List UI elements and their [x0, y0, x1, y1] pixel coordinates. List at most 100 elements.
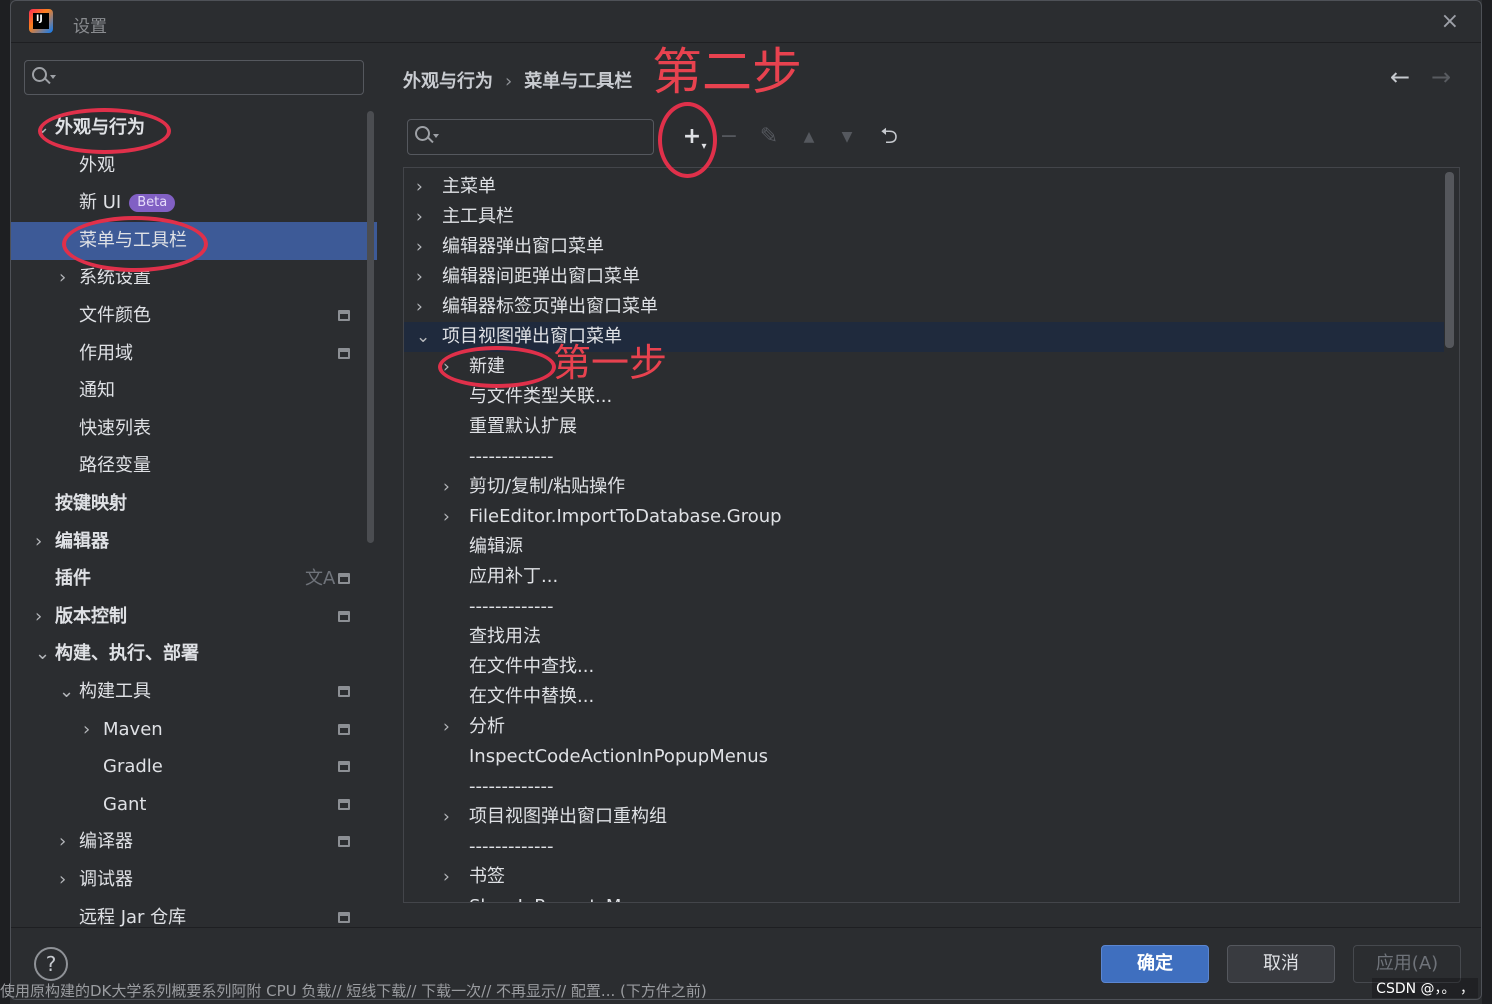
move-up-button[interactable]: ▲: [794, 119, 824, 155]
chevron-right-icon[interactable]: ›: [416, 292, 423, 322]
chevron-right-icon[interactable]: ›: [59, 823, 66, 861]
help-icon[interactable]: ?: [34, 947, 68, 981]
tree-row[interactable]: › 分析: [404, 712, 1444, 742]
sidebar-item[interactable]: 菜单与工具栏: [11, 221, 377, 260]
sidebar-item[interactable]: › Maven: [11, 711, 377, 749]
tree-search-input[interactable]: [407, 119, 654, 155]
move-down-button[interactable]: ▼: [832, 119, 862, 155]
tree-row[interactable]: › 主菜单: [404, 172, 1444, 202]
sidebar-item-label: 菜单与工具栏: [79, 222, 187, 260]
chevron-right-icon[interactable]: ›: [59, 259, 66, 297]
remove-action-button[interactable]: −: [714, 119, 744, 155]
chevron-right-icon[interactable]: ›: [443, 352, 450, 382]
forward-arrow-icon[interactable]: →: [1431, 63, 1451, 91]
sidebar-item[interactable]: 插件 文A: [11, 560, 377, 598]
chevron-right-icon[interactable]: ›: [35, 523, 42, 561]
sidebar-item-text: 编译器: [79, 831, 133, 853]
tree-row[interactable]: 重置默认扩展: [404, 412, 1444, 442]
sidebar-item-label: 按键映射: [55, 485, 127, 523]
search-icon: [415, 126, 439, 146]
tree-row[interactable]: ShowInRecentsMenu: [404, 892, 1444, 902]
tree-row[interactable]: › 编辑器间距弹出窗口菜单: [404, 262, 1444, 292]
sidebar-item[interactable]: 路径变量: [11, 447, 377, 485]
chevron-right-icon[interactable]: ›: [443, 862, 450, 892]
chevron-down-icon[interactable]: ⌄: [59, 673, 74, 711]
tree-row[interactable]: -------------: [404, 442, 1444, 472]
tree-row[interactable]: › FileEditor.ImportToDatabase.Group: [404, 502, 1444, 532]
tree-row[interactable]: 查找用法: [404, 622, 1444, 652]
tree-row-label: 在文件中查找...: [469, 656, 595, 677]
back-arrow-icon[interactable]: ←: [1390, 63, 1410, 91]
chevron-right-icon[interactable]: ›: [35, 598, 42, 636]
sidebar-item[interactable]: 通知: [11, 372, 377, 410]
tree-row-label: 编辑器间距弹出窗口菜单: [442, 266, 640, 287]
chevron-right-icon[interactable]: ›: [416, 172, 423, 202]
sidebar-item[interactable]: 文件颜色: [11, 297, 377, 335]
tree-row[interactable]: ⌄ 项目视图弹出窗口菜单: [404, 322, 1444, 352]
tree-row[interactable]: › 项目视图弹出窗口重构组: [404, 802, 1444, 832]
tree-row[interactable]: › 主工具栏: [404, 202, 1444, 232]
chevron-down-icon[interactable]: ⌄: [416, 322, 430, 352]
tree-row[interactable]: 与文件类型关联...: [404, 382, 1444, 412]
chevron-down-icon[interactable]: ⌄: [35, 635, 50, 673]
chevron-right-icon[interactable]: ›: [443, 502, 450, 532]
sidebar-item[interactable]: ⌄ 外观与行为: [11, 109, 377, 147]
sidebar-item[interactable]: 作用域: [11, 335, 377, 373]
chevron-right-icon[interactable]: ›: [443, 712, 450, 742]
breadcrumb: 外观与行为 › 菜单与工具栏: [403, 67, 632, 93]
tree-row[interactable]: 编辑源: [404, 532, 1444, 562]
chevron-right-icon[interactable]: ›: [416, 262, 423, 292]
tree-row[interactable]: › 剪切/复制/粘贴操作: [404, 472, 1444, 502]
tree-row[interactable]: -------------: [404, 772, 1444, 802]
tree-row-label: -------------: [469, 776, 554, 797]
tree-row[interactable]: 应用补丁...: [404, 562, 1444, 592]
sidebar-item[interactable]: › 编译器: [11, 823, 377, 861]
tree-row-label: -------------: [469, 596, 554, 617]
sidebar-item[interactable]: ⌄ 构建工具: [11, 673, 377, 711]
sidebar-item[interactable]: 新 UI Beta: [11, 184, 377, 222]
settings-search-input[interactable]: [24, 60, 364, 95]
sidebar-item[interactable]: › 编辑器: [11, 523, 377, 561]
chevron-right-icon[interactable]: ›: [416, 232, 423, 262]
tree-row[interactable]: › 书签: [404, 862, 1444, 892]
sidebar-item[interactable]: › 调试器: [11, 861, 377, 899]
breadcrumb-parent[interactable]: 外观与行为: [403, 71, 493, 92]
tree-scrollbar[interactable]: [1445, 172, 1454, 348]
sidebar-item-label: Gradle: [103, 748, 163, 786]
sidebar-item[interactable]: Gradle: [11, 748, 377, 786]
tree-row-label: 应用补丁...: [469, 566, 559, 587]
tree-row[interactable]: -------------: [404, 832, 1444, 862]
tree-row-label: 项目视图弹出窗口重构组: [469, 806, 667, 827]
tree-row[interactable]: › 新建: [404, 352, 1444, 382]
close-icon[interactable]: ×: [1441, 9, 1459, 34]
chevron-right-icon[interactable]: ›: [416, 202, 423, 232]
tree-row[interactable]: › 编辑器弹出窗口菜单: [404, 232, 1444, 262]
sidebar-item-label: Maven: [103, 711, 163, 749]
sidebar-item[interactable]: ⌄ 构建、执行、部署: [11, 635, 377, 673]
chevron-right-icon[interactable]: ›: [443, 802, 450, 832]
tree-row[interactable]: -------------: [404, 592, 1444, 622]
tree-row[interactable]: 在文件中查找...: [404, 652, 1444, 682]
sidebar-item[interactable]: Gant: [11, 786, 377, 824]
tree-row[interactable]: InspectCodeActionInPopupMenus: [404, 742, 1444, 772]
sidebar-item[interactable]: 快速列表: [11, 410, 377, 448]
cancel-button[interactable]: 取消: [1227, 945, 1335, 983]
sidebar-item-label: 调试器: [79, 861, 133, 899]
sidebar-item[interactable]: 外观: [11, 147, 377, 185]
menu-action-tree: › 主菜单 › 主工具栏 › 编辑器弹出窗口菜单 › 编辑器间距弹出窗口菜单 › 编辑器标签页弹出…: [403, 167, 1460, 903]
chevron-right-icon[interactable]: ›: [83, 711, 90, 749]
sidebar-item-label: Gant: [103, 786, 146, 824]
chevron-right-icon[interactable]: ›: [443, 472, 450, 502]
sidebar-item[interactable]: › 系统设置: [11, 259, 377, 297]
restore-defaults-button[interactable]: ⮌: [874, 119, 904, 155]
tree-row[interactable]: › 编辑器标签页弹出窗口菜单: [404, 292, 1444, 322]
chevron-right-icon[interactable]: ›: [59, 861, 66, 899]
sidebar-item[interactable]: 按键映射: [11, 485, 377, 523]
tree-row[interactable]: 在文件中替换...: [404, 682, 1444, 712]
sidebar-item[interactable]: › 版本控制: [11, 598, 377, 636]
sidebar-scrollbar[interactable]: [367, 111, 374, 543]
ok-button[interactable]: 确定: [1101, 945, 1209, 983]
sidebar-item-label: 系统设置: [79, 259, 151, 297]
edit-icon-button[interactable]: ✎: [754, 119, 784, 155]
chevron-down-icon[interactable]: ⌄: [35, 109, 50, 147]
